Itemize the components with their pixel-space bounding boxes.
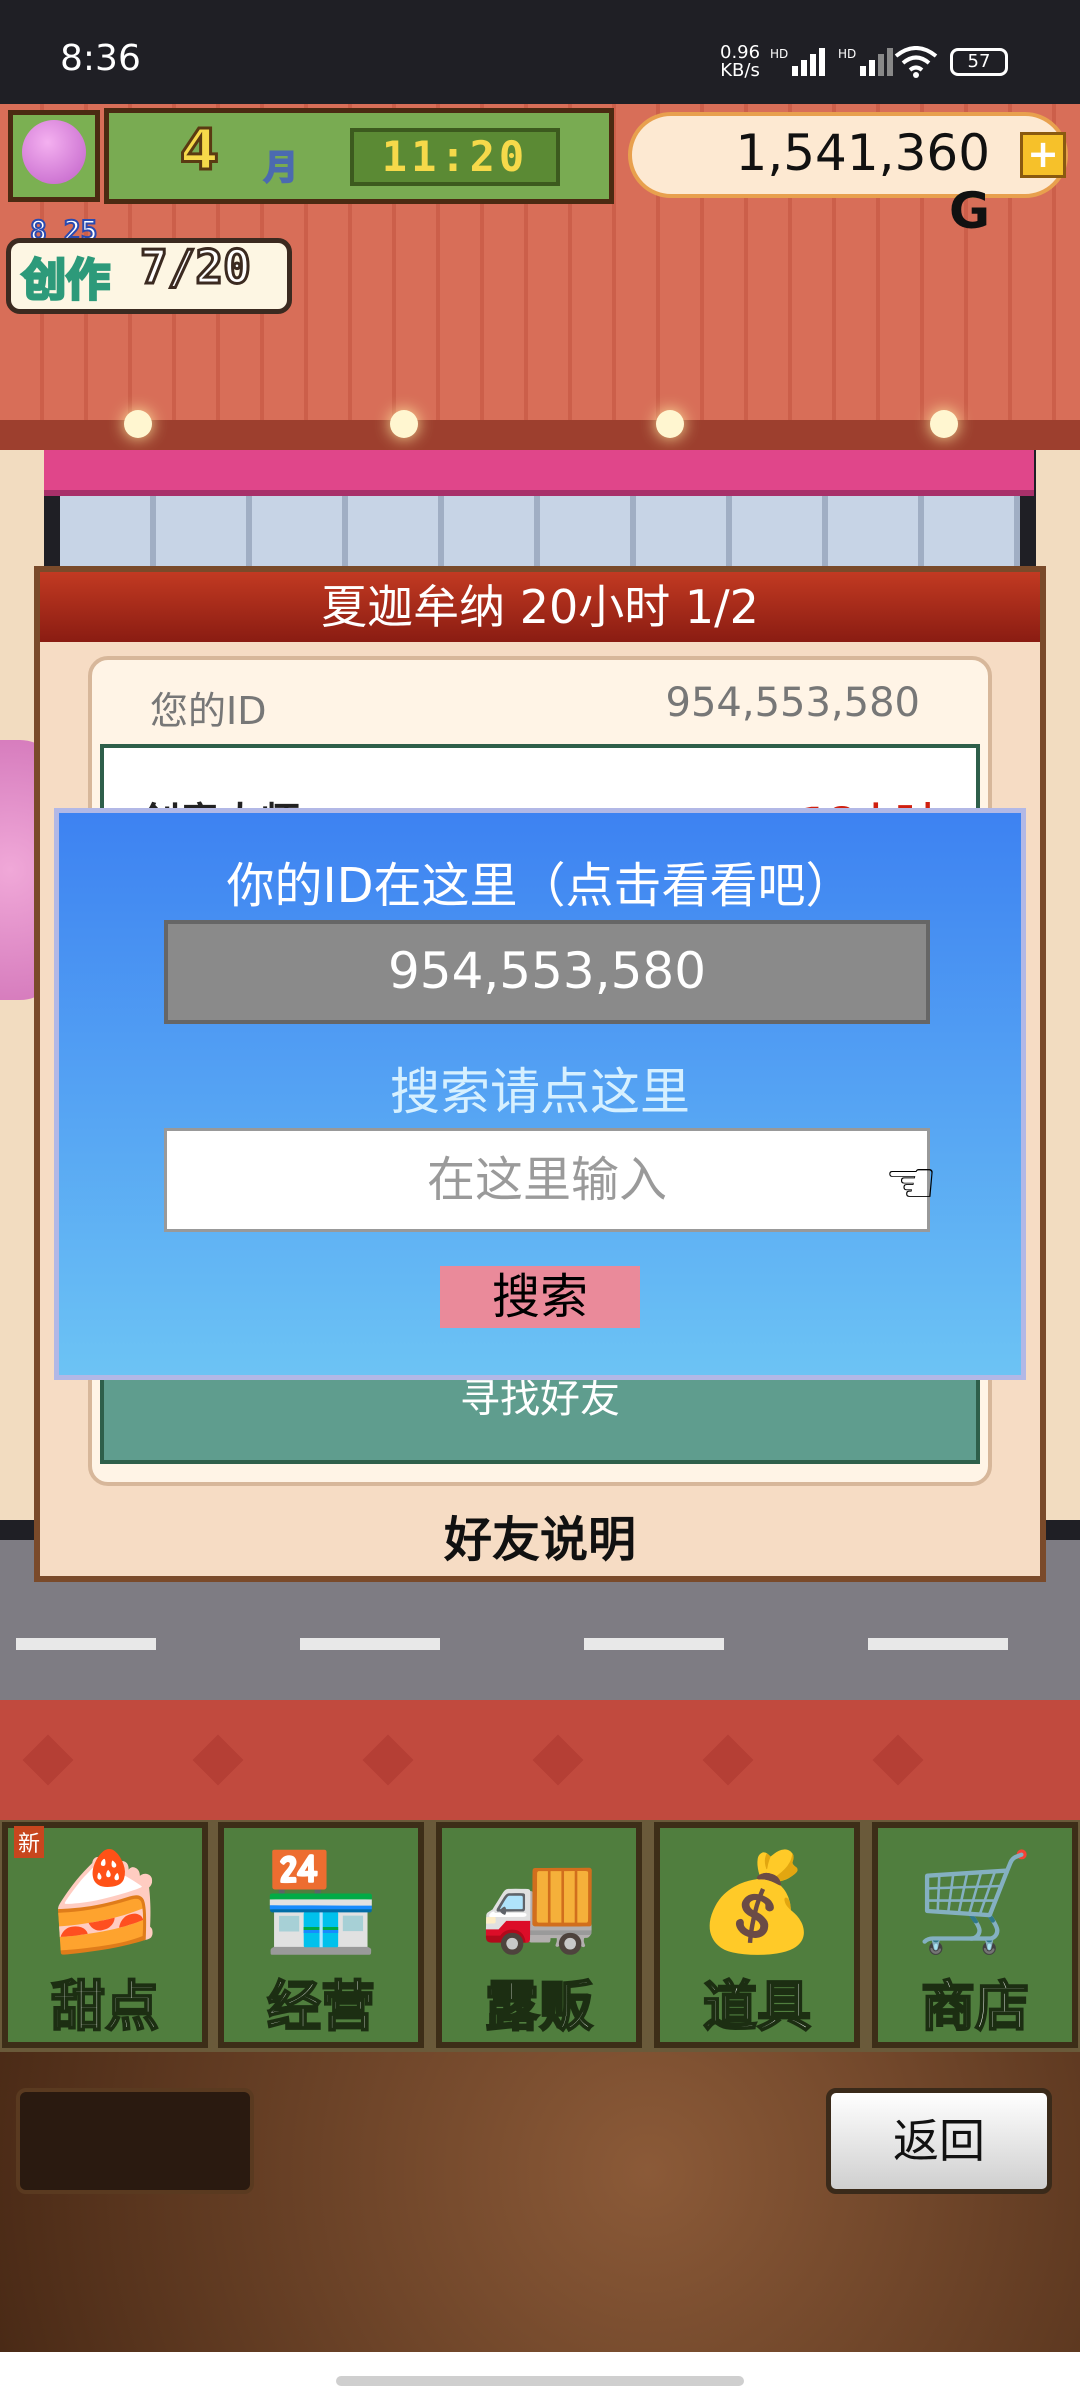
lamp-light <box>124 410 152 438</box>
info-slot <box>16 2088 254 2194</box>
game-clock: 11:20 <box>350 128 560 186</box>
menu-management-label: 经营 <box>266 1974 376 2039</box>
your-id-label: 您的ID <box>150 689 267 733</box>
search-hint: 搜索请点这里 <box>390 1063 690 1121</box>
signal-icon: HD <box>770 48 825 76</box>
shop-sign-bar <box>44 450 1034 496</box>
hd-label-2: HD <box>838 48 856 61</box>
item-bag-icon: 💰 <box>697 1846 817 1958</box>
menu-dessert-label: 甜点 <box>50 1974 160 2039</box>
home-indicator[interactable] <box>336 2376 744 2386</box>
your-id-value: 954,553,580 <box>665 680 920 726</box>
menu-shop-label: 商店 <box>920 1974 1030 2039</box>
lamp-light <box>930 410 958 438</box>
shop-windows <box>60 496 1020 576</box>
search-input[interactable] <box>164 1128 930 1232</box>
dialog-title: 你的ID在这里（点击看看吧） <box>226 858 854 914</box>
status-time: 8:36 <box>60 38 141 79</box>
network-speed-unit: KB/s <box>720 60 760 81</box>
road-line <box>16 1638 156 1650</box>
money-amount: 1,541,360 G <box>700 124 990 240</box>
currency-symbol: G <box>948 182 990 240</box>
road-line <box>300 1638 440 1650</box>
month-number: 4 <box>179 117 221 185</box>
hd-label-1: HD <box>770 48 788 61</box>
id-display-field[interactable]: 954,553,580 <box>164 920 930 1024</box>
battery-icon: 57 <box>950 48 1008 76</box>
menu-stall-label: 露贩 <box>484 1974 594 2039</box>
road-line <box>584 1638 724 1650</box>
new-badge: 新 <box>14 1826 45 1858</box>
shop-building-icon: 🏪 <box>261 1846 381 1958</box>
network-speed: 0.96 KB/s <box>720 44 760 80</box>
pointing-hand-icon: ☜ <box>884 1148 938 1218</box>
menu-items-label: 道具 <box>702 1974 812 2039</box>
lamp-light <box>656 410 684 438</box>
shopping-cart-icon: 🛒 <box>915 1846 1035 1958</box>
lamp-light <box>390 410 418 438</box>
cherry-tree-icon <box>22 120 86 184</box>
create-count: 7/20 <box>139 239 253 296</box>
friend-panel-title: 夏迦牟纳 20小时 1/2 <box>40 572 1040 642</box>
signal-icon-2: HD <box>838 48 893 76</box>
create-label: 创作 <box>21 254 112 308</box>
awning-edge <box>0 420 1080 450</box>
back-button[interactable]: 返回 <box>826 2088 1052 2194</box>
food-truck-icon: 🚚 <box>479 1846 599 1958</box>
money-value: 1,541,360 <box>735 124 990 182</box>
road-line <box>868 1638 1008 1650</box>
month-label: 月 <box>263 147 299 189</box>
search-button[interactable]: 搜索 <box>440 1266 640 1328</box>
wifi-icon <box>894 46 938 78</box>
add-money-button[interactable]: + <box>1020 132 1066 178</box>
friend-explanation-button[interactable]: 好友说明 <box>40 1500 1040 1570</box>
cake-icon: 🍰 <box>45 1846 165 1958</box>
